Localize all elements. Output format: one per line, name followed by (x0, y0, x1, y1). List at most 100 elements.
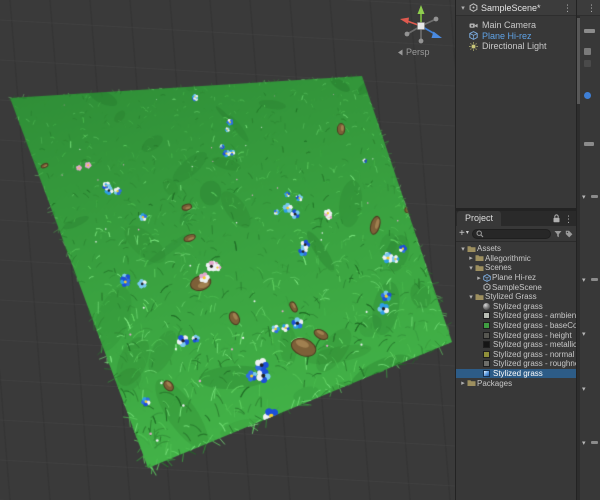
persp-icon (398, 49, 403, 55)
filter-by-type-icon[interactable] (554, 230, 562, 238)
asset-label: Stylized Grass (485, 292, 537, 302)
asset-label: Stylized grass (493, 369, 543, 379)
foldout-arrow-icon[interactable]: ▾ (467, 293, 475, 301)
truncated-text (584, 29, 595, 33)
search-icon (476, 230, 484, 237)
tree-row-height[interactable]: Stylized grass - height (456, 330, 576, 340)
search-input[interactable] (471, 228, 551, 239)
tree-row-normal[interactable]: Stylized grass - normal (456, 350, 576, 360)
tree-row-plane-hi-rez[interactable]: ▸ Plane Hi-rez (456, 273, 576, 283)
texture-icon (483, 350, 490, 358)
scene-viewport[interactable] (0, 0, 455, 500)
section-foldout-icon[interactable]: ▾ (582, 386, 586, 393)
tree-row-assets[interactable]: ▾ Assets (456, 244, 576, 254)
inspector-scrollbar[interactable] (577, 16, 580, 500)
menu-icon[interactable]: ⋮ (586, 0, 597, 16)
project-tab-bar: Project ⋮ (456, 211, 576, 226)
tree-row-metallic[interactable]: Stylized grass - metallic (456, 340, 576, 350)
asset-label: Stylized grass - normal (493, 349, 575, 359)
asset-label: Stylized grass - ambientOcc (493, 311, 576, 321)
filter-by-label-icon[interactable] (565, 230, 573, 238)
tab-project[interactable]: Project (457, 211, 502, 226)
mesh-cube-icon (483, 273, 491, 282)
scene-orientation-gizmo[interactable] (394, 1, 448, 51)
material-sphere-icon (483, 302, 490, 310)
section-foldout-icon[interactable]: ▾ (582, 331, 586, 338)
scrollbar-thumb[interactable] (577, 18, 580, 104)
asset-label: Scenes (485, 263, 512, 273)
hierarchy-scene-row[interactable]: ▾ SampleScene* ⋮ (456, 0, 576, 16)
tree-row-stylized-grass-folder[interactable]: ▾ Stylized Grass (456, 292, 576, 302)
asset-label: Stylized grass - baseColor (493, 321, 576, 331)
texture-icon (483, 331, 490, 339)
inspector-header: ⋮ (577, 0, 600, 16)
tree-row-allegorithmic[interactable]: ▸ Allegorithmic (456, 254, 576, 264)
texture-icon (483, 341, 490, 349)
tree-row-packages[interactable]: ▸ Packages (456, 378, 576, 388)
asset-label: Stylized grass - metallic (493, 340, 576, 350)
add-asset-button[interactable]: + ▾ (459, 226, 469, 241)
foldout-arrow-icon[interactable]: ▸ (475, 274, 483, 282)
tree-row-stylized-grass-selected[interactable]: Stylized grass (456, 368, 576, 379)
folder-icon (475, 293, 484, 301)
foldout-arrow-icon[interactable]: ▾ (459, 245, 467, 253)
truncated-text (591, 441, 598, 444)
texture-icon (483, 312, 490, 320)
section-foldout-icon[interactable]: ▾ (582, 440, 586, 447)
truncated-field (584, 60, 591, 67)
folder-icon (475, 254, 484, 262)
folder-icon (475, 264, 484, 272)
hierarchy-item-label: Directional Light (482, 41, 547, 52)
folder-icon (467, 245, 476, 253)
plus-icon: + (459, 228, 465, 239)
tree-row-roughness[interactable]: Stylized grass - roughness (456, 359, 576, 369)
hierarchy-item-label: Main Camera (482, 20, 537, 31)
foldout-arrow-icon[interactable]: ▸ (467, 254, 475, 262)
light-icon (469, 41, 478, 51)
tree-row-ambientocclusion[interactable]: Stylized grass - ambientOcc (456, 311, 576, 321)
persp-label: Persp (406, 47, 430, 57)
unity-scene-icon (483, 283, 491, 292)
section-foldout-icon[interactable]: ▾ (582, 277, 586, 284)
asset-label: Plane Hi-rez (492, 273, 537, 283)
asset-label: Stylized grass - roughness (493, 359, 576, 369)
object-picker-icon (584, 92, 591, 99)
texture-icon (483, 322, 490, 330)
inspector-panel: ⋮ ▾ ▾ ▾ ▾ ▾ (577, 0, 600, 500)
asset-label: Assets (477, 244, 502, 254)
lock-icon[interactable] (553, 214, 560, 223)
truncated-text (591, 195, 598, 198)
camera-icon (469, 21, 478, 30)
truncated-field (584, 48, 591, 55)
perspective-toggle[interactable]: Persp (397, 47, 430, 57)
scene-name: SampleScene* (481, 2, 541, 13)
section-foldout-icon[interactable]: ▾ (582, 194, 586, 201)
unity-editor-window: Persp ▾ SampleScene* ⋮ Main Camera Plane… (0, 0, 600, 500)
chevron-down-icon: ▾ (465, 230, 469, 236)
tree-row-material[interactable]: Stylized grass (456, 302, 576, 312)
asset-label: Packages (477, 378, 513, 388)
menu-icon[interactable]: ⋮ (562, 0, 573, 16)
tree-row-scenes[interactable]: ▾ Scenes (456, 263, 576, 273)
tree-row-basecolor[interactable]: Stylized grass - baseColor (456, 321, 576, 331)
mesh-cube-icon (469, 31, 478, 41)
substance-icon (483, 370, 490, 378)
truncated-text (591, 278, 598, 281)
project-tree: ▾ Assets ▸ Allegorithmic ▾ Scenes ▸ Plan… (456, 242, 576, 388)
hierarchy-list: Main Camera Plane Hi-rez Directional Lig… (456, 16, 576, 52)
asset-label: Allegorithmic (485, 253, 531, 263)
foldout-arrow-icon[interactable]: ▸ (459, 379, 467, 387)
scene-view-panel: Persp (0, 0, 455, 500)
menu-icon[interactable]: ⋮ (563, 211, 574, 227)
hierarchy-item-label: Plane Hi-rez (482, 30, 532, 41)
folder-icon (467, 379, 476, 387)
foldout-arrow-icon[interactable]: ▾ (467, 264, 475, 272)
hierarchy-item-plane-hi-rez[interactable]: Plane Hi-rez (456, 31, 576, 42)
hierarchy-item-main-camera[interactable]: Main Camera (456, 20, 576, 31)
tree-row-samplescene[interactable]: SampleScene (456, 282, 576, 292)
hierarchy-item-directional-light[interactable]: Directional Light (456, 41, 576, 52)
foldout-arrow-icon[interactable]: ▾ (459, 4, 467, 12)
asset-label: SampleScene (492, 282, 542, 292)
hierarchy-panel: ▾ SampleScene* ⋮ Main Camera Plane Hi-re… (456, 0, 576, 208)
project-toolbar: + ▾ (456, 226, 576, 242)
